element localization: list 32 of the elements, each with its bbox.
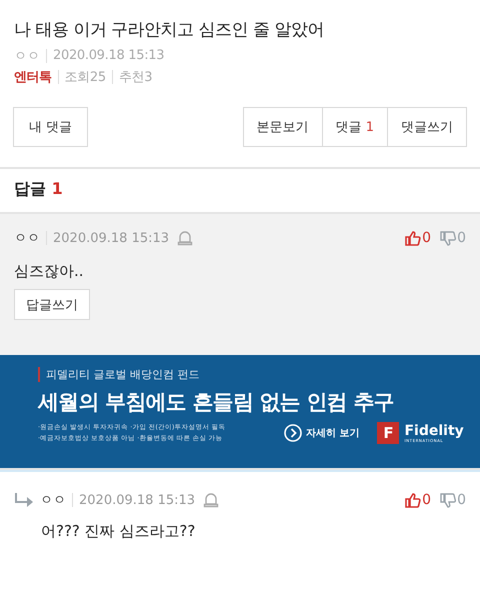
my-comments-button[interactable]: 내 댓글: [13, 107, 88, 147]
author-name: ㅇㅇ: [14, 230, 40, 247]
comment-text: 어??? 진짜 심즈라고??: [41, 522, 196, 541]
more-link[interactable]: 자세히 보기: [306, 426, 360, 440]
recommend-count: 추천3: [118, 68, 152, 86]
toolbar-button[interactable]: 댓글쓰기: [387, 107, 467, 147]
ad-subtitle: 피델리티 글로벌 배당인컴 펀드: [38, 367, 480, 382]
comment-date: 2020.09.18 15:13: [53, 230, 170, 246]
thumbs-up-icon: [404, 230, 422, 246]
reply-arrow-icon: [14, 492, 34, 508]
ad-headline: 세월의 부침에도 흔들림 없는 인컴 추구: [38, 389, 395, 416]
toolbar-button[interactable]: 본문보기: [242, 107, 323, 147]
category-link[interactable]: 엔터톡: [14, 68, 52, 86]
thumbs-up-icon: [404, 492, 422, 508]
comment-date: 2020.09.18 15:13: [79, 492, 196, 508]
bell-icon: [203, 492, 220, 508]
bell-icon: [177, 230, 194, 246]
post-date: 2020.09.18 15:13: [53, 48, 164, 63]
thumbs-down-icon: [439, 492, 456, 508]
author-name: ㅇㅇ: [14, 48, 40, 64]
toolbar-button[interactable]: 댓글 1: [322, 107, 388, 147]
like-count[interactable]: 0: [422, 230, 432, 246]
chevron-circle-icon: [284, 424, 302, 442]
thumbs-down-icon: [439, 230, 456, 246]
post-title: 나 태용 이거 구라안치고 심즈인 줄 알았어: [14, 19, 325, 41]
reply-button[interactable]: 답글쓰기: [14, 289, 90, 320]
comment-text: 심즈잖아..: [14, 262, 85, 281]
brand-name: Fidelity: [404, 424, 464, 438]
logo-mark: F: [377, 422, 400, 444]
view-count: 조회25: [64, 68, 106, 86]
author-name: ㅇㅇ: [40, 492, 66, 509]
like-count[interactable]: 0: [422, 492, 432, 508]
